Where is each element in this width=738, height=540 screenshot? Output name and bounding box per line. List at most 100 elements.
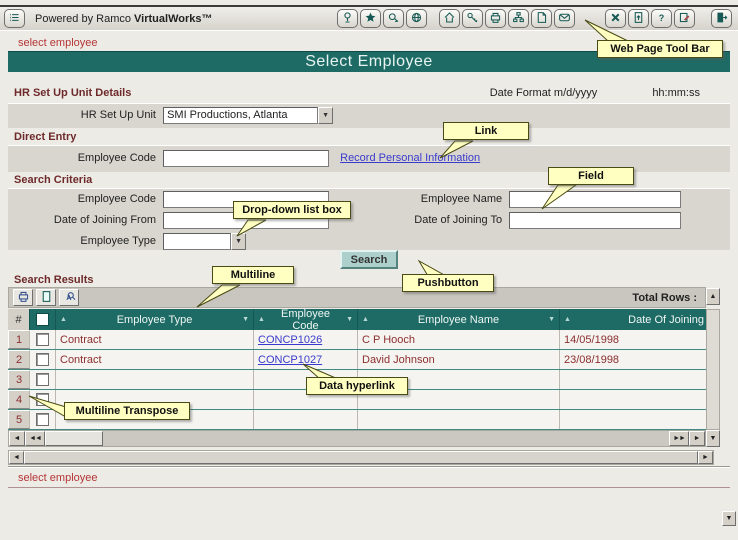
callout-link: Link	[443, 122, 529, 140]
hr-setup-title: HR Set Up Unit Details	[8, 87, 131, 99]
column-header-employee-name[interactable]: ▲Employee Name▼	[358, 309, 560, 330]
row-checkbox[interactable]	[36, 333, 49, 346]
row-select-cell	[30, 390, 56, 409]
menu-icon	[8, 11, 21, 27]
cell-date-of-joining	[560, 390, 706, 409]
row-number[interactable]: 1	[8, 330, 30, 349]
hr-setup-panel: HR Set Up Unit SMI Productions, Atlanta▼	[8, 103, 730, 128]
clear-page-button[interactable]	[36, 289, 56, 306]
page-scroll-down-button[interactable]: ▼	[722, 511, 736, 526]
employee-type-dropdown-arrow-icon[interactable]: ▼	[231, 233, 246, 250]
sort-asc-icon[interactable]: ▲	[362, 316, 369, 323]
sort-asc-icon[interactable]: ▲	[258, 316, 265, 323]
scrollbar-track[interactable]	[103, 431, 669, 446]
callout-web-page-tool-bar: Web Page Tool Bar	[597, 40, 723, 58]
blank-page-icon	[40, 290, 53, 306]
scroll-last-icon[interactable]: ►►	[669, 431, 689, 446]
cell-employee-code	[254, 410, 358, 429]
employee-code-data-link[interactable]: CONCP1027	[258, 354, 322, 366]
sc-employee-code-label: Employee Code	[8, 193, 156, 205]
scroll-left-icon[interactable]: ◄	[9, 431, 25, 446]
scrollbar-thumb[interactable]	[45, 431, 103, 446]
row-number-header: #	[8, 309, 30, 330]
row-checkbox[interactable]	[36, 393, 49, 406]
grid-scroll-down-button[interactable]: ▼	[706, 430, 720, 447]
row-select-cell	[30, 330, 56, 349]
row-number[interactable]: 4	[8, 390, 30, 409]
row-checkbox[interactable]	[36, 353, 49, 366]
globe-button[interactable]	[406, 9, 427, 28]
scroll-right-icon[interactable]: ►	[698, 451, 713, 464]
find-icon: A	[63, 290, 76, 306]
menu-button[interactable]	[4, 9, 25, 28]
help-button[interactable]: ?	[651, 9, 672, 28]
exit-button[interactable]	[711, 9, 732, 28]
select-all-checkbox[interactable]	[36, 313, 49, 326]
cell-date-of-joining	[560, 370, 706, 389]
search-button[interactable]: Search	[340, 250, 398, 269]
row-number[interactable]: 2	[8, 350, 30, 369]
mail-button[interactable]	[554, 9, 575, 28]
search-results-title: Search Results	[14, 274, 93, 286]
row-number[interactable]: 3	[8, 370, 30, 389]
grid-vertical-scrollbar[interactable]	[706, 309, 720, 430]
grid-scroll-up-button[interactable]: ▲	[706, 288, 720, 305]
home-button[interactable]	[439, 9, 460, 28]
employee-name-input[interactable]	[509, 191, 681, 208]
callout-drop-down-list-box: Drop-down list box	[233, 201, 351, 219]
upload-document-button[interactable]	[628, 9, 649, 28]
favorites-button[interactable]	[360, 9, 381, 28]
callout-field: Field	[548, 167, 634, 185]
printer-button[interactable]	[485, 9, 506, 28]
profile-icon	[341, 11, 354, 27]
table-row: 2 Contract CONCP1027 David Johnson 23/08…	[8, 350, 706, 370]
select-all-header[interactable]	[30, 309, 56, 330]
find-button[interactable]: A	[59, 289, 79, 306]
row-checkbox[interactable]	[36, 413, 49, 426]
profile-button[interactable]	[337, 9, 358, 28]
sort-asc-icon[interactable]: ▲	[564, 316, 571, 323]
scroll-right-icon[interactable]: ►	[689, 431, 705, 446]
scroll-left-icon[interactable]: ◄	[9, 451, 24, 464]
sort-desc-icon[interactable]: ▼	[242, 316, 249, 323]
star-icon	[364, 11, 377, 27]
row-number[interactable]: 5	[8, 410, 30, 429]
callout-multiline: Multiline	[212, 266, 294, 284]
date-joining-to-input[interactable]	[509, 212, 681, 229]
cell-employee-type: Contract	[56, 350, 254, 369]
total-rows-label: Total Rows :	[632, 292, 697, 304]
print-results-button[interactable]	[13, 289, 33, 306]
brand-name: VirtualWorks™	[134, 13, 212, 25]
hr-unit-select[interactable]: SMI Productions, Atlanta	[163, 107, 318, 124]
sort-desc-icon[interactable]: ▼	[548, 316, 555, 323]
home-icon	[443, 11, 456, 27]
hr-unit-dropdown-arrow-icon[interactable]: ▼	[318, 107, 333, 124]
employee-type-select[interactable]	[163, 233, 231, 250]
notes-button[interactable]	[674, 9, 695, 28]
employee-code-data-link[interactable]: CONCP1026	[258, 334, 322, 346]
key-button[interactable]	[462, 9, 483, 28]
column-header-employee-type[interactable]: ▲Employee Type▼	[56, 309, 254, 330]
sort-desc-icon[interactable]: ▼	[346, 316, 353, 323]
column-header-date-of-joining[interactable]: ▲Date Of Joining	[560, 309, 706, 330]
cell-employee-code: CONCP1026	[254, 330, 358, 349]
printer-icon	[489, 11, 502, 27]
document-button[interactable]	[531, 9, 552, 28]
close-button[interactable]	[605, 9, 626, 28]
employee-code-input[interactable]	[163, 150, 329, 167]
record-personal-information-link[interactable]: Record Personal Information	[340, 152, 480, 164]
column-header-employee-code[interactable]: ▲Employee Code▼	[254, 309, 358, 330]
results-toolbar: A Total Rows :	[8, 287, 706, 308]
scrollbar-thumb[interactable]	[24, 451, 698, 464]
user-options-button[interactable]	[383, 9, 404, 28]
toolbar-group-window: ?	[605, 9, 697, 28]
table-row: 1 Contract CONCP1026 C P Hooch 14/05/199…	[8, 330, 706, 350]
page-horizontal-scrollbar: ◄ ►	[8, 450, 714, 465]
cell-employee-type	[56, 370, 254, 389]
row-checkbox[interactable]	[36, 373, 49, 386]
sort-asc-icon[interactable]: ▲	[60, 316, 67, 323]
scroll-first-icon[interactable]: ◄◄	[25, 431, 45, 446]
row-select-cell	[30, 370, 56, 389]
callout-multiline-transpose: Multiline Transpose	[64, 402, 190, 420]
sitemap-button[interactable]	[508, 9, 529, 28]
